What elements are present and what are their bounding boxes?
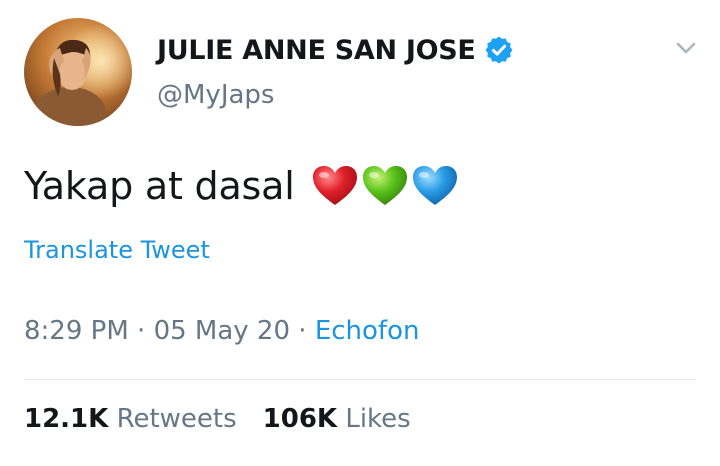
tweet-date[interactable]: 05 May 20: [154, 316, 290, 346]
divider: [24, 379, 696, 380]
meta-separator: ·: [290, 316, 315, 346]
verified-badge-icon: [484, 35, 514, 65]
retweets-stat[interactable]: 12.1K Retweets: [24, 404, 237, 434]
green-heart-icon: [361, 164, 409, 208]
tweet-text-content: Yakap at dasal: [24, 164, 295, 208]
tweet-source-link[interactable]: Echofon: [315, 316, 420, 346]
display-name[interactable]: JULIE ANNE SAN JOSE: [157, 30, 514, 70]
blue-heart-icon: [411, 164, 459, 208]
display-name-text: JULIE ANNE SAN JOSE: [157, 34, 476, 66]
red-heart-icon: [311, 164, 359, 208]
user-handle[interactable]: @MyJaps: [157, 80, 274, 110]
translate-tweet-link[interactable]: Translate Tweet: [24, 236, 210, 264]
tweet-meta: 8:29 PM · 05 May 20 · Echofon: [24, 316, 419, 346]
likes-stat[interactable]: 106K Likes: [263, 404, 411, 434]
retweets-label: Retweets: [116, 404, 237, 434]
retweets-count: 12.1K: [24, 404, 109, 434]
avatar[interactable]: [24, 18, 132, 126]
meta-separator: ·: [128, 316, 154, 346]
tweet-stats: 12.1K Retweets 106K Likes: [24, 404, 437, 434]
chevron-down-icon[interactable]: [674, 38, 698, 58]
emoji-group: [311, 164, 461, 208]
likes-label: Likes: [345, 404, 411, 434]
tweet-time[interactable]: 8:29 PM: [24, 316, 129, 346]
likes-count: 106K: [262, 404, 338, 434]
tweet-text: Yakap at dasal: [24, 158, 461, 214]
